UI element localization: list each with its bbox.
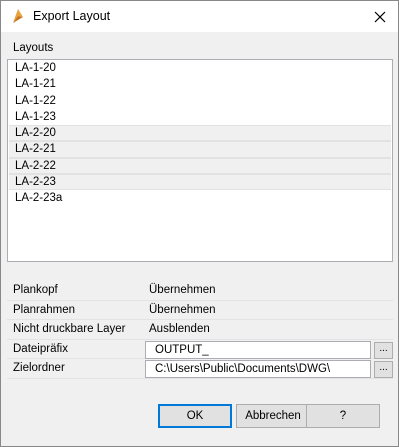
list-item[interactable]: LA-2-21 [9, 141, 391, 158]
list-item[interactable]: LA-2-20 [9, 125, 391, 142]
property-row-dateipraefix: Dateipräfix OUTPUT_ ... [7, 340, 393, 359]
property-row-planrahmen: Planrahmen Übernehmen [7, 301, 393, 320]
ok-button[interactable]: OK [158, 404, 232, 428]
dateipraefix-browse-button[interactable]: ... [374, 341, 393, 359]
dateipraefix-label: Dateipräfix [13, 342, 68, 355]
list-item[interactable]: LA-2-23 [9, 174, 391, 191]
zielordner-browse-button[interactable]: ... [374, 361, 393, 378]
list-item[interactable]: LA-2-23a [9, 190, 391, 206]
zielordner-label: Zielordner [13, 362, 65, 374]
help-button[interactable]: ? [306, 404, 380, 428]
list-item[interactable]: LA-1-23 [9, 109, 391, 125]
dateipraefix-input[interactable]: OUTPUT_ [145, 340, 371, 359]
planrahmen-label: Planrahmen [13, 303, 76, 316]
planrahmen-value[interactable]: Übernehmen [149, 304, 215, 316]
cancel-button[interactable]: Abbrechen [236, 404, 310, 428]
export-properties: Plankopf Übernehmen Planrahmen Übernehme… [7, 281, 393, 379]
nicht-druckbare-layer-label: Nicht druckbare Layer [13, 323, 126, 335]
close-icon [374, 11, 386, 22]
plankopf-value[interactable]: Übernehmen [149, 284, 215, 296]
property-row-nicht-druckbare-layer: Nicht druckbare Layer Ausblenden [7, 320, 393, 340]
plankopf-label: Plankopf [13, 284, 58, 296]
layouts-label: Layouts [13, 42, 54, 54]
zielordner-input[interactable]: C:\Users\Public\Documents\DWG\ [145, 360, 371, 378]
export-layout-dialog: Export Layout Layouts LA-1-20 LA-1-21 LA-1… [0, 0, 399, 447]
property-row-zielordner: Zielordner C:\Users\Public\Documents\DWG… [7, 359, 393, 379]
layouts-list[interactable]: LA-1-20 LA-1-21 LA-1-22 LA-1-23 LA-2-20 LA-2-… [7, 59, 393, 262]
property-row-plankopf: Plankopf Übernehmen [7, 281, 393, 301]
nicht-druckbare-layer-value[interactable]: Ausblenden [149, 323, 210, 335]
title-bar: Export Layout [1, 1, 398, 32]
list-item[interactable]: LA-1-22 [9, 93, 391, 109]
close-button[interactable] [362, 1, 398, 32]
list-item[interactable]: LA-1-21 [9, 76, 391, 92]
window-title: Export Layout [33, 9, 111, 23]
list-item[interactable]: LA-2-22 [9, 157, 391, 175]
app-logo-icon [10, 8, 26, 24]
list-item[interactable]: LA-1-20 [9, 60, 391, 76]
